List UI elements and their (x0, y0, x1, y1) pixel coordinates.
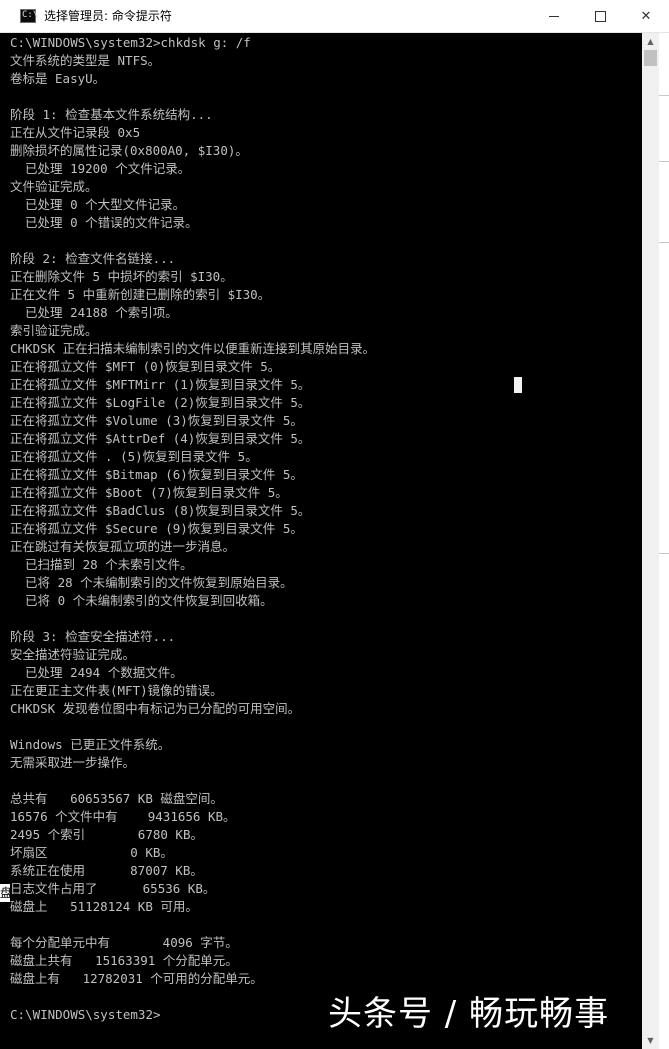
console-output-area[interactable]: C:\WINDOWS\system32>chkdsk g: /f 文件系统的类型是… (0, 33, 642, 1049)
console-line: 2495 个索引 6780 KB。 (10, 827, 203, 842)
console-line: 日志文件占用了 65536 KB。 (10, 881, 216, 896)
console-line: 卷标是 EasyU。 (10, 71, 106, 86)
maximize-button[interactable] (577, 0, 623, 33)
console-line: 删除损坏的属性记录(0x800A0, $I30)。 (10, 143, 248, 158)
console-line: 磁盘上共有 15163391 个分配单元。 (10, 953, 238, 968)
close-icon: ✕ (640, 9, 652, 24)
console-line: 文件验证完成。 (10, 179, 98, 194)
console-line: 正在将孤立文件 $AttrDef (4)恢复到目录文件 5。 (10, 431, 311, 446)
console-line: Windows 已更正文件系统。 (10, 737, 171, 752)
command-prompt-window: C:\ 选择管理员: 命令提示符 ✕ C:\WINDOWS\system32>c… (0, 0, 669, 1049)
console-line: 已将 28 个未编制索引的文件恢复到原始目录。 (10, 575, 293, 590)
console-line: 正在将孤立文件 $MFT (0)恢复到目录文件 5。 (10, 359, 281, 374)
minimize-icon (549, 16, 559, 17)
title-bar[interactable]: C:\ 选择管理员: 命令提示符 ✕ (0, 0, 669, 33)
console-line: 总共有 60653567 KB 磁盘空间。 (10, 791, 223, 806)
console-line: 已处理 24188 个索引项。 (10, 305, 178, 320)
console-line: 已处理 2494 个数据文件。 (10, 665, 183, 680)
console-line: CHKDSK 发现卷位图中有标记为已分配的可用空间。 (10, 701, 301, 716)
console-line: 正在将孤立文件 $Volume (3)恢复到目录文件 5。 (10, 413, 303, 428)
console-line: 已扫描到 28 个未索引文件。 (10, 557, 193, 572)
console-line: 阶段 2: 检查文件名链接... (10, 251, 176, 266)
scrollbar-thumb[interactable] (644, 50, 657, 66)
console-line: 正在将孤立文件 $Boot (7)恢复到目录文件 5。 (10, 485, 288, 500)
console-line: CHKDSK 正在扫描未编制索引的文件以便重新连接到其原始目录。 (10, 341, 376, 356)
console-line: 每个分配单元中有 4096 字节。 (10, 935, 238, 950)
console-line: 正在删除文件 5 中损坏的索引 $I30。 (10, 269, 233, 284)
minimize-button[interactable] (531, 0, 577, 33)
console-line: 正在从文件记录段 0x5 (10, 125, 141, 140)
console-line: 正在将孤立文件 $Secure (9)恢复到目录文件 5。 (10, 521, 303, 536)
console-line: 16576 个文件中有 9431656 KB。 (10, 809, 236, 824)
console-line: 系统正在使用 87007 KB。 (10, 863, 203, 878)
background-edge-text: 盘 (0, 884, 10, 902)
console-line: 正在更正主文件表(MFT)镜像的错误。 (10, 683, 223, 698)
console-line: 坏扇区 0 KB。 (10, 845, 173, 860)
cmd-icon-glyph: C:\ (22, 10, 39, 20)
console-line: 索引验证完成。 (10, 323, 98, 338)
console-line: 阶段 3: 检查安全描述符... (10, 629, 176, 644)
text-cursor (514, 377, 522, 393)
console-line: 文件系统的类型是 NTFS。 (10, 53, 161, 68)
console-line: 正在将孤立文件 . (5)恢复到目录文件 5。 (10, 449, 258, 464)
console-line: 无需采取进一步操作。 (10, 755, 136, 770)
scroll-up-icon[interactable]: ▲ (642, 33, 659, 50)
close-button[interactable]: ✕ (623, 0, 669, 33)
vertical-scrollbar[interactable]: ▲ ▼ (642, 33, 659, 1049)
console-line: 已处理 19200 个文件记录。 (10, 161, 191, 176)
console-line: 阶段 1: 检查基本文件系统结构... (10, 107, 213, 122)
console-line: 已处理 0 个错误的文件记录。 (10, 215, 198, 230)
console-line: 正在将孤立文件 $MFTMirr (1)恢复到目录文件 5。 (10, 377, 311, 392)
console-line: 磁盘上有 12782031 个可用的分配单元。 (10, 971, 263, 986)
background-window-edge (659, 33, 669, 1049)
console-line: 正在将孤立文件 $BadClus (8)恢复到目录文件 5。 (10, 503, 311, 518)
console-line: 磁盘上 51128124 KB 可用。 (10, 899, 198, 914)
console-line: 正在将孤立文件 $Bitmap (6)恢复到目录文件 5。 (10, 467, 303, 482)
maximize-icon (594, 11, 606, 22)
console-line: 正在将孤立文件 $LogFile (2)恢复到目录文件 5。 (10, 395, 311, 410)
console-line: 已处理 0 个大型文件记录。 (10, 197, 186, 212)
console-line: 安全描述符验证完成。 (10, 647, 136, 662)
console-line: 正在跳过有关恢复孤立项的进一步消息。 (10, 539, 236, 554)
cmd-icon[interactable]: C:\ (20, 9, 39, 23)
console-line: 正在文件 5 中重新创建已删除的索引 $I30。 (10, 287, 271, 302)
watermark: 头条号 / 畅玩畅事 (328, 994, 610, 1034)
console-text: C:\WINDOWS\system32>chkdsk g: /f 文件系统的类型是… (0, 33, 642, 1024)
console-line: C:\WINDOWS\system32>chkdsk g: /f (10, 35, 251, 50)
console-line: 已将 0 个未编制索引的文件恢复到回收箱。 (10, 593, 273, 608)
scroll-down-icon[interactable]: ▼ (642, 1032, 659, 1049)
window-title: 选择管理员: 命令提示符 (44, 9, 172, 23)
